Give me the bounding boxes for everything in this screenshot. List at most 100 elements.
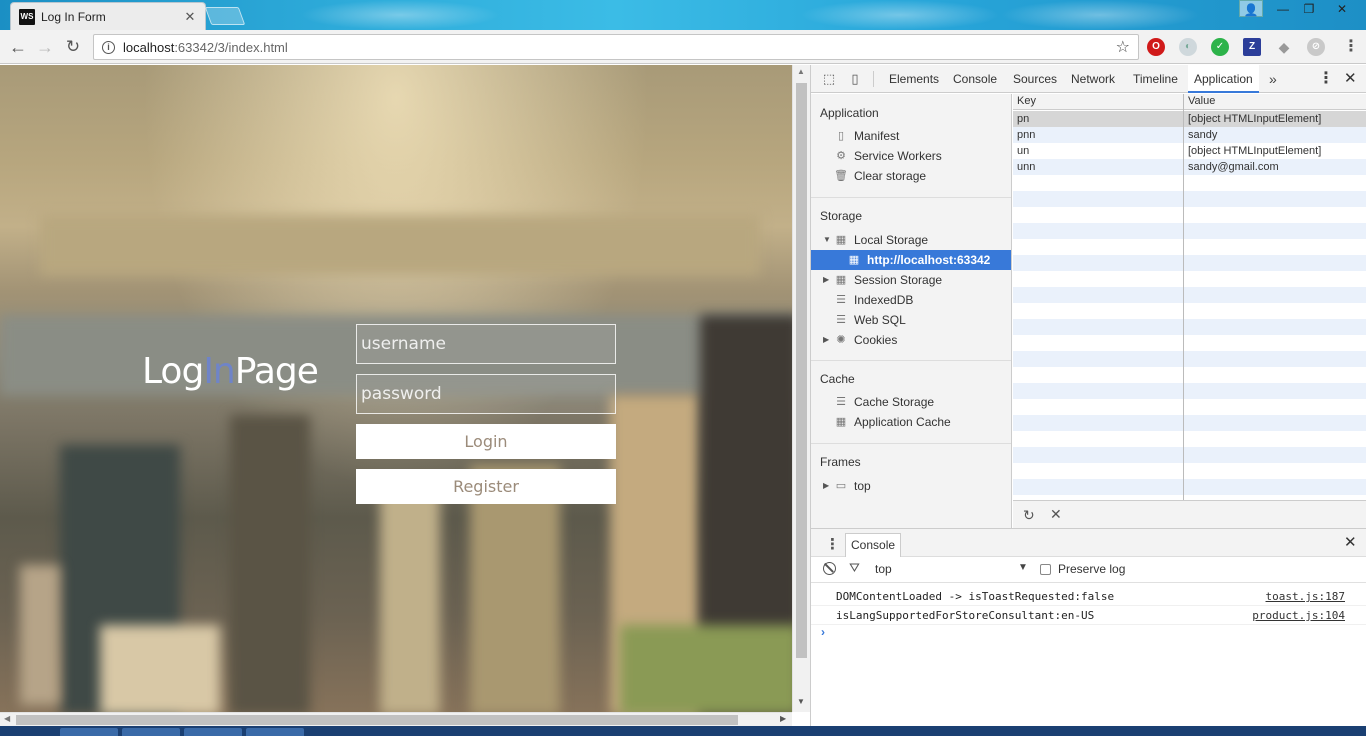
- grid-stripe: [1013, 319, 1366, 335]
- tab-network[interactable]: Network: [1071, 65, 1115, 93]
- context-selector[interactable]: top: [875, 562, 892, 576]
- os-taskbar: [0, 726, 1366, 736]
- log-source-link[interactable]: toast.js:187: [1266, 587, 1345, 606]
- expanded-triangle-icon[interactable]: ▼: [823, 230, 831, 250]
- tab-sources[interactable]: Sources: [1013, 65, 1057, 93]
- section-title: Cache: [820, 372, 855, 386]
- scroll-down-icon[interactable]: ▼: [797, 697, 805, 706]
- scroll-right-icon[interactable]: ▶: [780, 714, 786, 723]
- sidebar-item-cache-storage[interactable]: ☰ Cache Storage: [811, 392, 1011, 412]
- tab-elements[interactable]: Elements: [889, 65, 939, 93]
- reload-icon[interactable]: ↻: [63, 37, 83, 57]
- trash-icon: 🗑: [834, 170, 848, 182]
- row-value: sandy@gmail.com: [1188, 161, 1279, 173]
- section-title: Application: [820, 106, 879, 120]
- drawer-menu-icon[interactable]: ⋮: [825, 535, 840, 553]
- taskbar-item[interactable]: [60, 728, 118, 736]
- collapsed-triangle-icon[interactable]: ▶: [823, 270, 829, 290]
- scrollbar-thumb[interactable]: [796, 83, 807, 658]
- tab-application[interactable]: Application: [1188, 65, 1259, 93]
- taskbar-item[interactable]: [246, 728, 304, 736]
- close-window-icon[interactable]: ✕: [1326, 0, 1358, 18]
- close-tab-icon[interactable]: ✕: [183, 9, 197, 25]
- table-row[interactable]: un [object HTMLInputElement]: [1013, 143, 1366, 159]
- sidebar-item-local-storage[interactable]: ▼ ▦ Local Storage: [811, 230, 1011, 250]
- sidebar-item-indexeddb[interactable]: ☰ IndexedDB: [811, 290, 1011, 310]
- collapsed-triangle-icon[interactable]: ▶: [823, 330, 829, 350]
- bookmark-star-icon[interactable]: ☆: [1116, 37, 1130, 57]
- devtools-menu-icon[interactable]: ⋮: [1318, 65, 1334, 93]
- close-devtools-icon[interactable]: ✕: [1344, 65, 1357, 93]
- scroll-left-icon[interactable]: ◀: [4, 714, 10, 723]
- clear-console-icon[interactable]: [823, 562, 836, 575]
- table-row[interactable]: pnn sandy: [1013, 127, 1366, 143]
- taskbar-item[interactable]: [122, 728, 180, 736]
- tab-timeline[interactable]: Timeline: [1133, 65, 1178, 93]
- scrollbar-thumb[interactable]: [16, 715, 738, 725]
- address-bar[interactable]: i localhost:63342/3/index.html ☆: [93, 34, 1139, 60]
- collapsed-triangle-icon[interactable]: ▶: [823, 476, 829, 496]
- database-icon: ☰: [836, 314, 846, 326]
- console-drawer: ⋮ Console ✕ ⛛ top ▼ Preserve log DOMCont…: [811, 528, 1366, 726]
- row-value: [object HTMLInputElement]: [1188, 113, 1322, 125]
- scroll-up-icon[interactable]: ▲: [797, 67, 805, 76]
- refresh-icon[interactable]: ↻: [1023, 507, 1035, 524]
- url-text[interactable]: localhost:63342/3/index.html: [123, 40, 1116, 55]
- devtools-panel: ⬚ ▯ Elements Console Sources Network Tim…: [810, 65, 1366, 726]
- column-divider[interactable]: [1183, 94, 1184, 500]
- tab-console[interactable]: Console: [953, 65, 997, 93]
- log-source-link[interactable]: product.js:104: [1252, 606, 1345, 625]
- user-profile-icon[interactable]: 👤: [1239, 0, 1263, 17]
- horizontal-scrollbar[interactable]: ◀ ▶: [0, 712, 792, 726]
- login-button[interactable]: Login: [356, 424, 616, 459]
- sidebar-item-local-storage-origin[interactable]: ▦ http://localhost:63342: [811, 250, 1011, 270]
- diamond-extension-icon[interactable]: ◆: [1275, 38, 1293, 56]
- compass-extension-icon[interactable]: ⊘: [1307, 38, 1325, 56]
- device-toolbar-icon[interactable]: ▯: [847, 71, 863, 87]
- sidebar-item-manifest[interactable]: ▯ Manifest: [811, 126, 1011, 146]
- table-row[interactable]: unn sandy@gmail.com: [1013, 159, 1366, 175]
- opera-extension-icon[interactable]: O: [1147, 38, 1165, 56]
- extension-icon[interactable]: ◐: [1179, 38, 1197, 56]
- inspect-element-icon[interactable]: ⬚: [821, 71, 837, 87]
- sidebar-item-application-cache[interactable]: ▦ Application Cache: [811, 412, 1011, 432]
- sidebar-item-label: Clear storage: [854, 169, 927, 183]
- check-extension-icon[interactable]: ✓: [1211, 38, 1229, 56]
- info-icon[interactable]: i: [102, 40, 115, 54]
- preserve-log-checkbox[interactable]: [1040, 564, 1051, 575]
- column-header-key[interactable]: Key: [1017, 95, 1036, 107]
- sidebar-item-websql[interactable]: ☰ Web SQL: [811, 310, 1011, 330]
- back-arrow-icon[interactable]: ←: [8, 37, 28, 57]
- browser-menu-icon[interactable]: ⋮: [1343, 38, 1359, 56]
- new-tab-button[interactable]: [204, 7, 246, 25]
- forward-arrow-icon[interactable]: →: [35, 37, 55, 57]
- chevron-down-icon[interactable]: ▼: [1018, 562, 1028, 573]
- filter-icon[interactable]: ⛛: [849, 560, 860, 576]
- browser-tab[interactable]: WS Log In Form ✕: [10, 2, 206, 30]
- column-header-value[interactable]: Value: [1188, 95, 1215, 107]
- more-tabs-icon[interactable]: »: [1269, 65, 1277, 93]
- vertical-scrollbar[interactable]: ▲ ▼: [792, 65, 810, 712]
- taskbar-item[interactable]: [184, 728, 242, 736]
- sidebar-item-session-storage[interactable]: ▶ ▦ Session Storage: [811, 270, 1011, 290]
- password-input[interactable]: [356, 374, 616, 414]
- console-prompt[interactable]: ›: [821, 625, 825, 639]
- restore-icon[interactable]: ❐: [1296, 0, 1322, 18]
- console-log-line: DOMContentLoaded -> isToastRequested:fal…: [811, 587, 1366, 606]
- sidebar-item-frame-top[interactable]: ▶ ▭ top: [811, 476, 1011, 496]
- close-drawer-icon[interactable]: ✕: [1344, 533, 1357, 551]
- register-button[interactable]: Register: [356, 469, 616, 504]
- tab-console-drawer[interactable]: Console: [845, 533, 902, 557]
- database-icon: ☰: [836, 294, 846, 306]
- grid-icon: ▦: [848, 254, 860, 266]
- delete-icon[interactable]: ✕: [1050, 506, 1062, 523]
- sidebar-item-cookies[interactable]: ▶ ✺ Cookies: [811, 330, 1011, 350]
- background-image: [380, 485, 440, 712]
- preserve-log-label[interactable]: Preserve log: [1058, 562, 1125, 576]
- table-row[interactable]: pn [object HTMLInputElement]: [1013, 111, 1366, 127]
- sidebar-item-service-workers[interactable]: ⚙ Service Workers: [811, 146, 1011, 166]
- minimize-icon[interactable]: —: [1270, 0, 1296, 18]
- z-extension-icon[interactable]: Z: [1243, 38, 1261, 56]
- sidebar-item-clear-storage[interactable]: 🗑 Clear storage: [811, 166, 1011, 186]
- username-input[interactable]: [356, 324, 616, 364]
